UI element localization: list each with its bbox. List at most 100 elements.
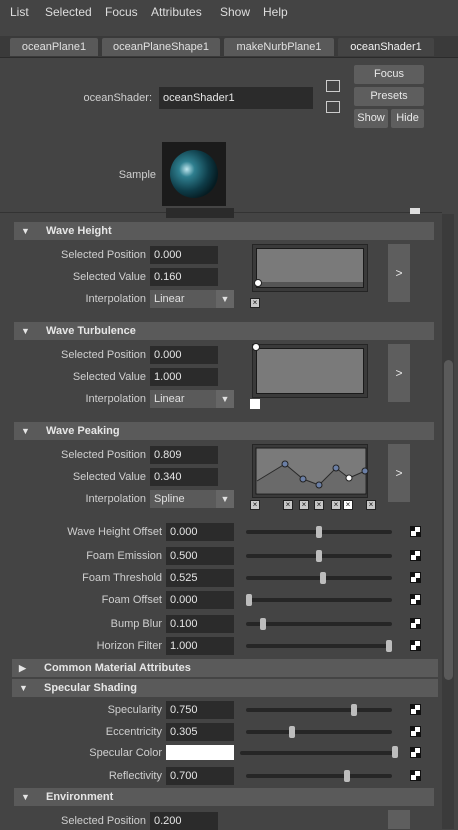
wave-peaking-ramp-expand-button[interactable]: > (388, 444, 410, 502)
wave-height-interpolation[interactable]: Linear ▼ (150, 290, 234, 308)
delete-point-icon[interactable]: × (250, 500, 260, 510)
tab-makenurbplane1[interactable]: makeNurbPlane1 (224, 38, 334, 56)
horizon-filter-field[interactable]: 1.000 (166, 637, 234, 655)
specularity-field[interactable]: 0.750 (166, 701, 234, 719)
delete-point-icon[interactable]: × (331, 500, 341, 510)
output-connection-icon[interactable] (326, 101, 340, 113)
slider-knob[interactable] (351, 704, 357, 716)
slider-knob[interactable] (316, 550, 322, 562)
wave-height-selected-position[interactable]: 0.000 (150, 246, 218, 264)
map-button-icon[interactable] (410, 747, 421, 758)
wave-turbulence-interpolation[interactable]: Linear ▼ (150, 390, 234, 408)
clipped-map-button (410, 208, 420, 214)
delete-point-icon[interactable]: × (250, 298, 260, 308)
delete-point-icon[interactable]: × (366, 500, 376, 510)
map-button-icon[interactable] (410, 618, 421, 629)
wave-height-ramp-expand-button[interactable]: > (388, 244, 410, 302)
section-specular-shading[interactable]: ▼ Specular Shading (12, 679, 438, 697)
scrollbar-thumb[interactable] (444, 360, 453, 680)
section-title: Wave Peaking (46, 425, 120, 437)
section-wave-turbulence[interactable]: ▼ Wave Turbulence (14, 322, 434, 340)
slider-label: Foam Emission (86, 550, 162, 562)
menu-help[interactable]: Help (263, 5, 288, 19)
wave-height-ramp[interactable] (252, 244, 368, 292)
slider-knob[interactable] (316, 526, 322, 538)
interpolation-label: Interpolation (85, 293, 146, 305)
bump-blur-slider[interactable] (246, 622, 392, 626)
wave-peaking-ramp[interactable] (252, 444, 369, 498)
slider-knob[interactable] (386, 640, 392, 652)
section-title: Common Material Attributes (44, 662, 191, 674)
specular-color-swatch[interactable] (166, 745, 234, 760)
ramp-point[interactable] (252, 343, 260, 351)
slider-knob[interactable] (319, 572, 326, 584)
wave-turbulence-selected-position[interactable]: 0.000 (150, 346, 218, 364)
focus-button[interactable]: Focus (354, 65, 424, 84)
delete-point-icon[interactable]: × (314, 500, 324, 510)
wave-turbulence-ramp[interactable] (252, 343, 368, 398)
dropdown-value: Spline (154, 493, 185, 505)
map-button-icon[interactable] (410, 526, 421, 537)
presets-button[interactable]: Presets (354, 87, 424, 106)
slider-label: Reflectivity (108, 770, 162, 782)
wave-peaking-interpolation[interactable]: Spline ▼ (150, 490, 234, 508)
wave-turbulence-ramp-expand-button[interactable]: > (388, 344, 410, 402)
slider-knob[interactable] (392, 746, 398, 758)
specularity-slider[interactable] (246, 708, 392, 712)
delete-point-icon[interactable]: × (299, 500, 309, 510)
tab-oceanplane1[interactable]: oceanPlane1 (10, 38, 98, 56)
menu-attributes[interactable]: Attributes (151, 5, 202, 19)
section-wave-peaking[interactable]: ▼ Wave Peaking (14, 422, 434, 440)
wave-height-selected-value[interactable]: 0.160 (150, 268, 218, 286)
eccentricity-field[interactable]: 0.305 (166, 723, 234, 741)
tab-oceanshader1[interactable]: oceanShader1 (338, 38, 434, 56)
map-button-icon[interactable] (410, 572, 421, 583)
dropdown-value: Linear (154, 393, 185, 405)
slider-label: Foam Threshold (82, 572, 162, 584)
map-button-icon[interactable] (410, 640, 421, 651)
foam-threshold-field[interactable]: 0.525 (166, 569, 234, 587)
bump-blur-field[interactable]: 0.100 (166, 615, 234, 633)
show-button[interactable]: Show (354, 109, 388, 128)
shader-name-field[interactable]: oceanShader1 (159, 87, 313, 109)
wave-peaking-selected-position[interactable]: 0.809 (150, 446, 218, 464)
map-button-icon[interactable] (410, 594, 421, 605)
foam-offset-slider[interactable] (246, 598, 392, 602)
ramp-point[interactable] (254, 279, 262, 287)
foam-offset-field[interactable]: 0.000 (166, 591, 234, 609)
reflectivity-slider[interactable] (246, 774, 392, 778)
ramp-point-color-swatch[interactable] (250, 399, 260, 409)
map-button-icon[interactable] (410, 770, 421, 781)
slider-knob[interactable] (344, 770, 350, 782)
foam-emission-field[interactable]: 0.500 (166, 547, 234, 565)
tab-oceanplaneshape1[interactable]: oceanPlaneShape1 (102, 38, 220, 56)
menu-focus[interactable]: Focus (105, 5, 138, 19)
specular-color-slider[interactable] (240, 751, 398, 755)
map-button-icon[interactable] (410, 550, 421, 561)
slider-knob[interactable] (260, 618, 266, 630)
wave-turbulence-selected-value[interactable]: 1.000 (150, 368, 218, 386)
wave-peaking-selected-value[interactable]: 0.340 (150, 468, 218, 486)
section-common-material-attributes[interactable]: ▶ Common Material Attributes (12, 659, 438, 677)
reflectivity-field[interactable]: 0.700 (166, 767, 234, 785)
input-connection-icon[interactable] (326, 80, 340, 92)
menu-list[interactable]: List (10, 5, 29, 19)
slider-knob[interactable] (288, 726, 295, 738)
eccentricity-slider[interactable] (246, 730, 392, 734)
section-environment[interactable]: ▼ Environment (14, 788, 434, 806)
section-title: Environment (46, 791, 114, 803)
map-button-icon[interactable] (410, 726, 421, 737)
map-button-icon[interactable] (410, 704, 421, 715)
wave-peaking-curve (255, 447, 369, 495)
menu-show[interactable]: Show (220, 5, 250, 19)
slider-knob[interactable] (246, 594, 252, 606)
environment-selected-position[interactable]: 0.200 (150, 812, 218, 830)
delete-point-icon[interactable]: × (283, 500, 293, 510)
hide-button[interactable]: Hide (391, 109, 424, 128)
horizon-filter-slider[interactable] (246, 644, 392, 648)
section-wave-height[interactable]: ▼ Wave Height (14, 222, 434, 240)
wave-height-offset-field[interactable]: 0.000 (166, 523, 234, 541)
environment-ramp-expand-button[interactable] (388, 810, 410, 829)
menu-selected[interactable]: Selected (45, 5, 92, 19)
delete-point-icon[interactable]: × (343, 500, 353, 510)
